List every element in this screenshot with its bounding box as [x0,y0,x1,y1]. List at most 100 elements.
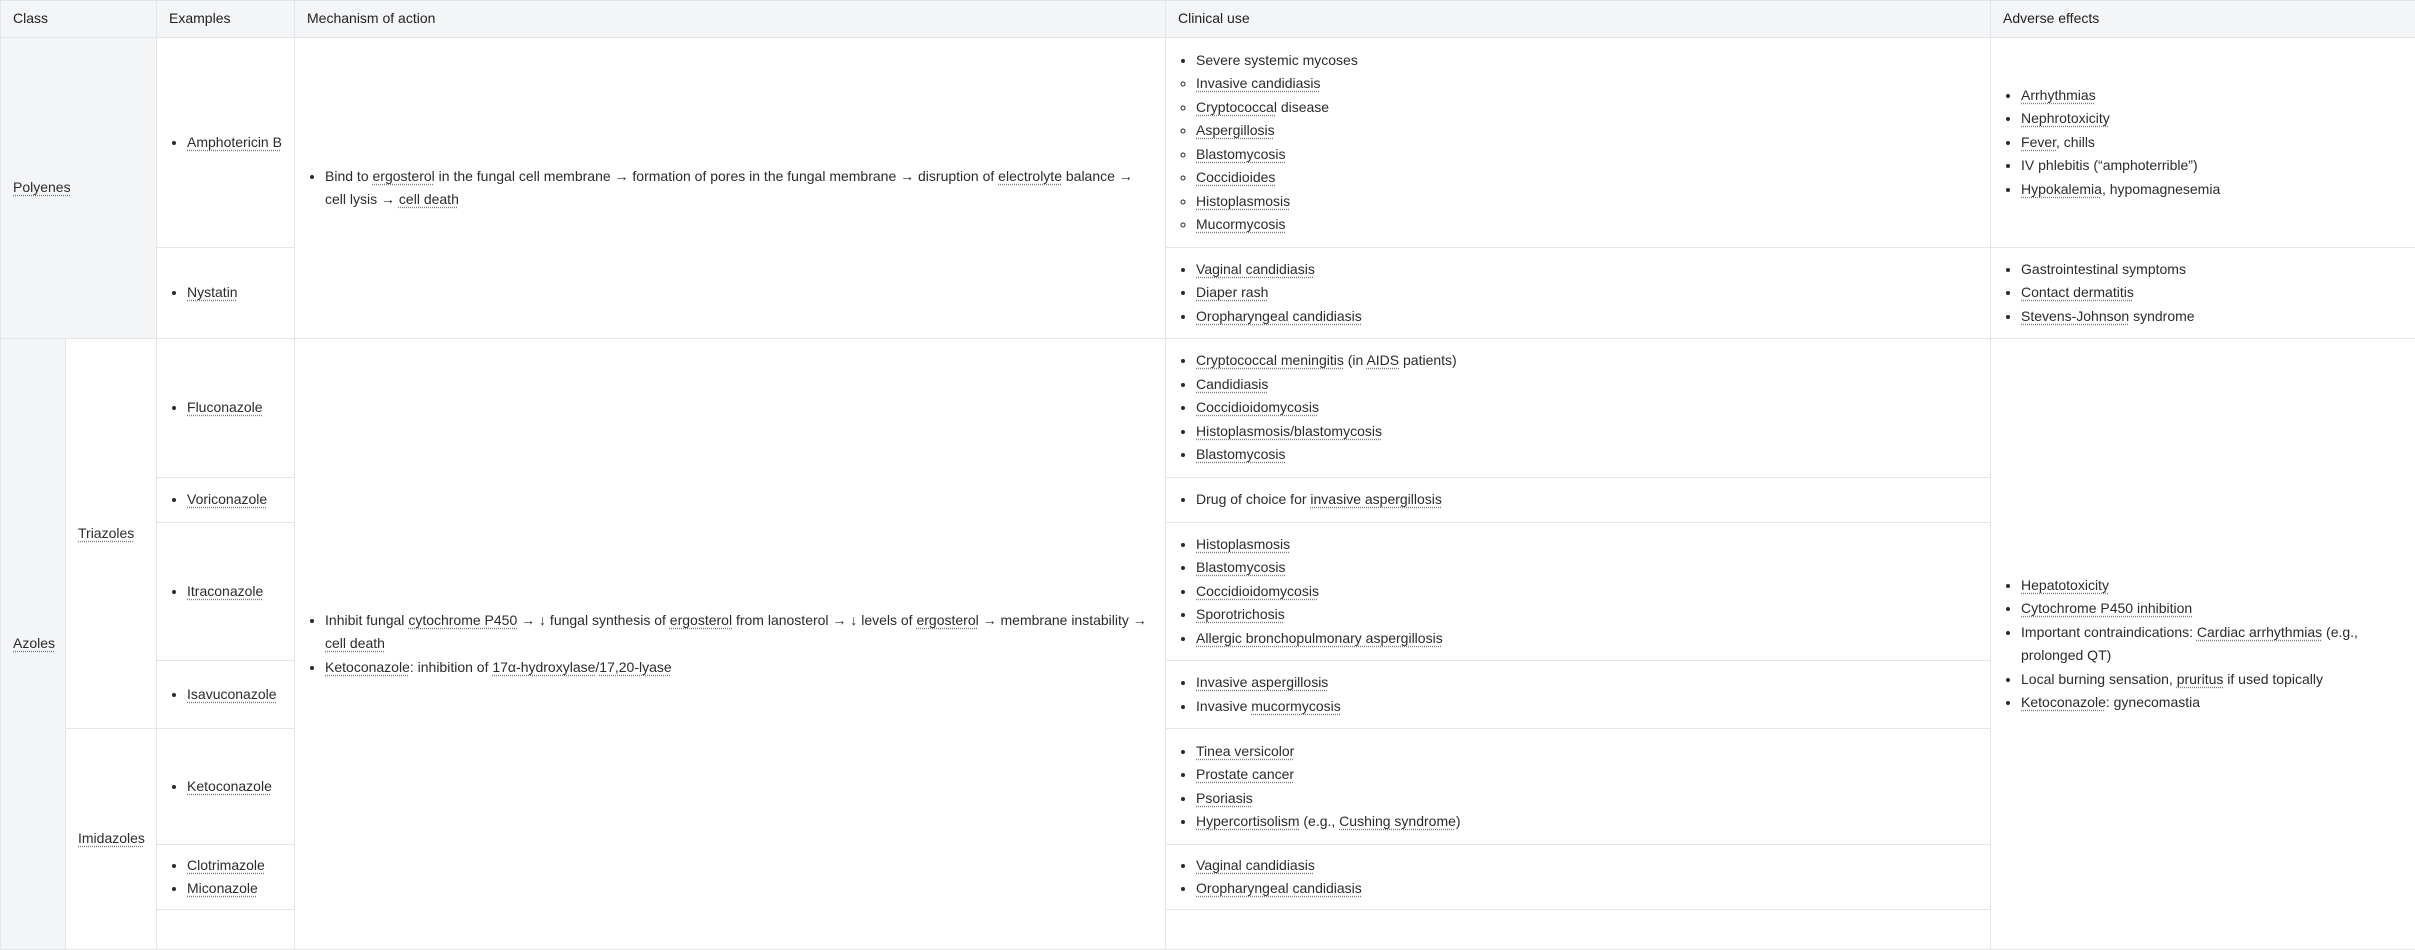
term-link[interactable]: cytochrome P450 [408,612,517,628]
example-cell-overflow [157,910,295,950]
class-azoles-label[interactable]: Azoles [13,635,55,651]
term-link[interactable]: Mucormycosis [1196,216,1285,232]
list-text: : gynecomastia [2106,694,2200,710]
term-link[interactable]: ergosterol [373,168,435,184]
list-item: Histoplasmosis [1196,190,1978,214]
term-link[interactable]: Stevens-Johnson [2021,308,2129,324]
term-link[interactable]: ergosterol [670,612,732,628]
list-item: Coccidioidomycosis [1196,580,1978,604]
drug-nystatin[interactable]: Nystatin [187,284,238,300]
term-link[interactable]: Vaginal candidiasis [1196,857,1315,873]
term-link[interactable]: Candidiasis [1196,376,1268,392]
list-item: Bind to ergosterol in the fungal cell me… [325,165,1153,212]
term-link[interactable]: Cardiac arrhythmias [2197,624,2322,640]
subclass-imidazoles-label[interactable]: Imidazoles [78,830,145,846]
drug-itraconazole[interactable]: Itraconazole [187,583,263,599]
term-link[interactable]: Hypokalemia [2021,181,2102,197]
list-item: Diaper rash [1196,281,1978,305]
example-cell: Itraconazole [157,523,295,661]
list-text: ) [1456,813,1461,829]
class-polyenes: Polyenes [1,38,157,339]
drug-fluconazole[interactable]: Fluconazole [187,399,263,415]
term-link[interactable]: Allergic bronchopulmonary aspergillosis [1196,630,1443,646]
drug-isavuconazole[interactable]: Isavuconazole [187,686,277,702]
drug-voriconazole[interactable]: Voriconazole [187,491,267,507]
class-polyenes-label[interactable]: Polyenes [13,179,71,195]
drug-ketoconazole[interactable]: Ketoconazole [187,778,272,794]
mechanism-list: Inhibit fungal cytochrome P450 → ↓ funga… [309,609,1153,680]
adverse-cell: ArrhythmiasNephrotoxicityFever, chillsIV… [1991,38,2415,248]
drug-miconazole[interactable]: Miconazole [187,880,258,896]
clinical-list: Vaginal candidiasis Diaper rash Oropharyng… [1180,258,1978,329]
clinical-list: Cryptococcal meningitis (in AIDS patient… [1180,349,1978,467]
list-item: Blastomycosis [1196,143,1978,167]
term-link[interactable]: Contact dermatitis [2021,284,2134,300]
term-link[interactable]: Coccidioides [1196,169,1275,185]
term-link[interactable]: Nephrotoxicity [2021,110,2110,126]
term-link[interactable]: AIDS [1366,352,1399,368]
term-link[interactable]: Oropharyngeal candidiasis [1196,308,1362,324]
term-link[interactable]: Histoplasmosis [1196,193,1290,209]
term-link[interactable]: Psoriasis [1196,790,1253,806]
term-link[interactable]: Sporotrichosis [1196,606,1285,622]
term-link[interactable]: Histoplasmosis [1196,536,1290,552]
term-link[interactable]: Vaginal candidiasis [1196,261,1315,277]
list-item: Psoriasis [1196,787,1978,811]
term-link[interactable]: Tinea versicolor [1196,743,1294,759]
term-link[interactable]: Invasive candidiasis [1196,75,1321,91]
header-adverse-effects: Adverse effects [1991,1,2415,38]
term-link[interactable]: Hypercortisolism [1196,813,1299,829]
drug-amphotericin-b[interactable]: Amphotericin B [187,134,282,150]
term-link[interactable]: Ketoconazole [325,659,410,675]
term-link[interactable]: Cryptococcal [1196,99,1277,115]
list-item: Allergic bronchopulmonary aspergillosis [1196,627,1978,651]
term-link[interactable]: Ketoconazole [2021,694,2106,710]
list-item: Hypercortisolism (e.g., Cushing syndrome… [1196,810,1978,834]
term-link[interactable]: Arrhythmias [2021,87,2096,103]
term-link[interactable]: electrolyte [998,168,1062,184]
subclass-triazoles-label[interactable]: Triazoles [78,525,134,541]
term-link[interactable]: Cryptococcal meningitis [1196,352,1344,368]
list-item: Histoplasmosis [1196,533,1978,557]
term-link[interactable]: Aspergillosis [1196,122,1275,138]
term-link[interactable]: Histoplasmosis/blastomycosis [1196,423,1382,439]
term-link[interactable]: Invasive aspergillosis [1196,674,1328,690]
list-item: Arrhythmias [2021,84,2403,108]
term-link[interactable]: Diaper rash [1196,284,1268,300]
list-text: → ↓ fungal synthesis of [517,612,670,628]
term-link[interactable]: pruritus [2177,671,2224,687]
term-link[interactable]: cell death [325,635,385,651]
clinical-cell: Invasive aspergillosisInvasive mucormyco… [1166,661,1991,729]
term-link[interactable]: 17α-hydroxylase [492,659,595,675]
term-link[interactable]: 17,20-lyase [599,659,671,675]
list-text: if used topically [2223,671,2323,687]
term-link[interactable]: Prostate cancer [1196,766,1294,782]
clinical-list: Drug of choice for invasive aspergillosi… [1180,488,1978,512]
list-text: Inhibit fungal [325,612,408,628]
term-link[interactable]: Blastomycosis [1196,146,1285,162]
example-cell: Clotrimazole Miconazole [157,845,295,910]
term-link[interactable]: Fever [2021,134,2056,150]
class-azoles: Azoles [1,339,66,950]
clinical-cell: Drug of choice for invasive aspergillosi… [1166,478,1991,523]
term-link[interactable]: Cushing syndrome [1339,813,1456,829]
term-link[interactable]: cell death [399,191,459,207]
term-link[interactable]: mucormycosis [1251,698,1340,714]
term-link[interactable]: Coccidioidomycosis [1196,399,1319,415]
term-link[interactable]: invasive aspergillosis [1310,491,1442,507]
list-text: syndrome [2129,308,2194,324]
drug-clotrimazole[interactable]: Clotrimazole [187,857,265,873]
term-link[interactable]: ergosterol [916,612,978,628]
list-item: Histoplasmosis/blastomycosis [1196,420,1978,444]
term-link[interactable]: Blastomycosis [1196,446,1285,462]
clinical-list: Vaginal candidiasis Oropharyngeal candidi… [1180,854,1978,901]
subclass-imidazoles: Imidazoles [66,729,157,950]
mechanism-polyenes: Bind to ergosterol in the fungal cell me… [295,38,1166,339]
list-text: (in [1344,352,1367,368]
term-link[interactable]: Oropharyngeal candidiasis [1196,880,1362,896]
term-link[interactable]: Blastomycosis [1196,559,1285,575]
term-link[interactable]: Hepatotoxicity [2021,577,2109,593]
term-link[interactable]: Coccidioidomycosis [1196,583,1319,599]
clinical-list: Severe systemic mycoses [1180,49,1978,73]
term-link[interactable]: Cytochrome P450 inhibition [2021,600,2192,616]
